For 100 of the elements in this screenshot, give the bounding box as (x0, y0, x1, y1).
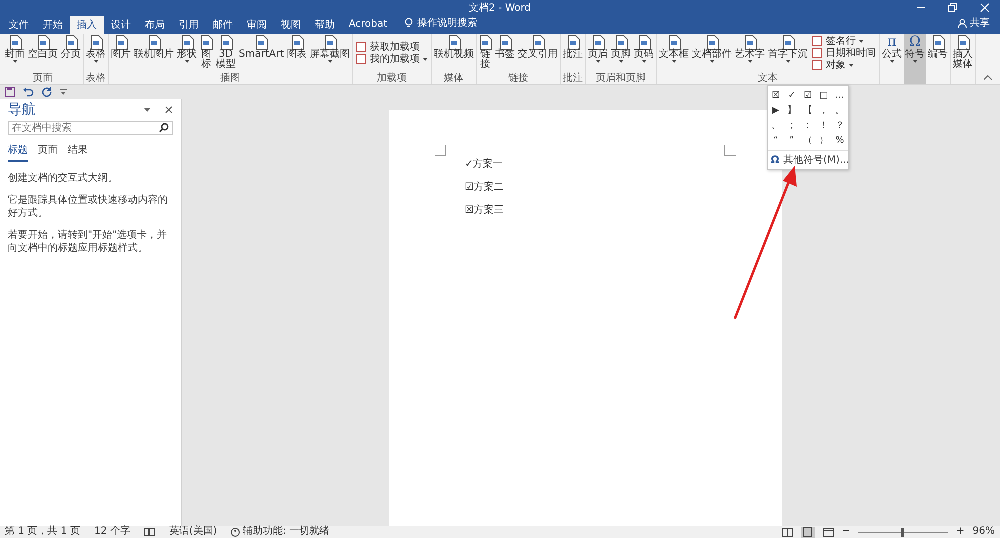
search-field[interactable]: 在文档中搜索 (8, 121, 173, 135)
ribbon-button[interactable]: 艺术字 (734, 34, 766, 73)
ribbon-tab[interactable]: 帮助 (308, 16, 342, 34)
page-count[interactable]: 第 1 页，共 1 页 (5, 526, 80, 538)
ribbon-button[interactable]: 3D 模型 (215, 34, 237, 73)
tell-me-search[interactable]: 操作说明搜索 (418, 16, 478, 30)
symbol-option[interactable]: 。 (832, 103, 848, 118)
ribbon-tab[interactable]: 视图 (274, 16, 308, 34)
symbol-option[interactable]: ☑ (800, 88, 816, 103)
ribbon-button[interactable]: π 公式 (881, 34, 904, 84)
search-icon[interactable] (159, 123, 169, 133)
zoom-level[interactable]: 96% (972, 526, 995, 538)
ribbon-button[interactable]: 表格 (85, 34, 107, 73)
undo-icon[interactable] (23, 87, 34, 97)
read-mode-icon[interactable] (782, 528, 793, 536)
square-icon (812, 60, 824, 71)
ribbon-button[interactable]: 图片 (110, 34, 132, 73)
symbol-glyph: Ω (909, 35, 921, 50)
ribbon-button[interactable]: 屏幕截图 (309, 34, 352, 73)
symbol-option[interactable]: ✓ (784, 88, 800, 103)
accessibility-status[interactable]: 辅助功能: 一切就绪 (231, 526, 330, 538)
ribbon-button[interactable]: 我的加载项 (354, 54, 430, 65)
symbol-option[interactable]: ？ (832, 118, 848, 133)
ribbon-tab[interactable]: Acrobat (342, 16, 395, 34)
symbol-option[interactable]: 【 (800, 103, 816, 118)
ribbon-button[interactable]: 签名行 (810, 36, 878, 47)
help-text: 若要开始，请转到"开始"选项卡，并向文档中的标题应用标题样式。 (8, 229, 168, 255)
ribbon-button[interactable]: 批注 (562, 34, 584, 73)
ribbon-button[interactable]: 书签 (494, 34, 516, 73)
ribbon-button[interactable]: 获取加载项 (354, 42, 430, 53)
symbol-option[interactable]: 、 (768, 118, 784, 133)
language-status[interactable]: 英语(美国) (169, 526, 218, 538)
share-button[interactable]: 共享 (958, 16, 990, 34)
symbol-option[interactable]: % (832, 133, 848, 148)
close-icon[interactable] (165, 106, 173, 114)
ribbon-tab[interactable]: 文件 (2, 16, 36, 34)
group-label: 链接 (508, 73, 530, 84)
word-count[interactable]: 12 个字 (94, 526, 130, 538)
ribbon-button[interactable]: 页码 (633, 34, 656, 73)
ribbon-tab[interactable]: 邮件 (206, 16, 240, 34)
ribbon-button[interactable]: 日期和时间 (810, 48, 878, 59)
ribbon-button[interactable]: 文本框 (658, 34, 690, 73)
ribbon-button[interactable]: SmartArt (238, 34, 286, 73)
pane-tab[interactable]: 结果 (68, 143, 88, 162)
ribbon-button[interactable]: 联机图片 (133, 34, 175, 73)
zoom-in-button[interactable]: + (956, 526, 965, 538)
ribbon-button[interactable]: 联机视频 (433, 34, 476, 73)
ribbon-button[interactable]: 页脚 (610, 34, 632, 73)
pane-tab[interactable]: 标题 (8, 143, 28, 162)
save-icon[interactable] (5, 87, 15, 97)
customize-icon[interactable] (60, 89, 67, 95)
window-title: 文档2 - Word (468, 2, 532, 14)
ribbon-button[interactable]: 封面 (4, 34, 26, 73)
pane-tab[interactable]: 页面 (38, 143, 58, 162)
print-layout-icon[interactable] (800, 526, 815, 538)
slider-thumb[interactable] (900, 528, 904, 536)
collapse-icon[interactable] (984, 75, 992, 80)
symbol-option[interactable]: ） (816, 133, 832, 148)
caret-icon[interactable] (144, 108, 151, 112)
ribbon-button[interactable]: 页眉 (587, 34, 610, 73)
ribbon-button[interactable]: 空白页 (27, 34, 59, 73)
more-symbols-item[interactable]: Ω 其他符号(M)... (768, 150, 848, 169)
symbol-option[interactable]: 】 (784, 103, 800, 118)
zoom-out-button[interactable]: − (842, 526, 850, 538)
ribbon-button[interactable]: 图表 (286, 34, 308, 73)
symbol-option[interactable]: ！ (816, 118, 832, 133)
symbol-option[interactable]: ； (784, 118, 800, 133)
group-label: 加载项 (376, 73, 408, 84)
symbol-option[interactable]: ： (800, 118, 816, 133)
redo-icon[interactable] (42, 87, 52, 97)
ribbon-button[interactable]: 形状 (176, 34, 198, 73)
ribbon-tab[interactable]: 引用 (172, 16, 206, 34)
symbol-option[interactable]: ☒ (768, 88, 784, 103)
ribbon-button[interactable]: 首字下沉 (767, 34, 810, 73)
book-icon[interactable] (144, 528, 156, 536)
ribbon-button[interactable]: 图 标 (199, 34, 214, 73)
ribbon-button[interactable]: 交叉引用 (517, 34, 560, 73)
web-layout-icon[interactable] (822, 528, 834, 536)
symbol-option[interactable]: ” (784, 133, 800, 148)
ribbon-button[interactable]: 链 接 (478, 34, 494, 73)
ribbon-tab[interactable]: 插入 (70, 16, 104, 34)
ribbon-tab[interactable]: 审阅 (240, 16, 274, 34)
symbol-option[interactable]: ▶ (768, 103, 784, 118)
ribbon-tab[interactable]: 布局 (138, 16, 172, 34)
symbol-option[interactable]: ， (816, 103, 832, 118)
square-icon (356, 54, 368, 65)
ribbon-button[interactable]: 分页 (60, 34, 82, 73)
square-icon (812, 48, 824, 59)
ribbon-button[interactable]: 文档部件 (691, 34, 734, 73)
ribbon-tab[interactable]: 开始 (36, 16, 70, 34)
restore-icon[interactable] (948, 3, 958, 13)
ribbon-button[interactable]: Ω 符号 (904, 34, 926, 84)
ribbon-button[interactable]: 插入 媒体 (952, 34, 974, 84)
symbol-option[interactable]: … (832, 88, 848, 103)
ribbon-tab[interactable]: 设计 (104, 16, 138, 34)
symbol-option[interactable]: “ (768, 133, 784, 148)
symbol-option[interactable]: （ (800, 133, 816, 148)
ribbon-button[interactable]: 对象 (810, 60, 878, 71)
symbol-option[interactable]: □ (816, 88, 832, 103)
ribbon-button[interactable]: 编号 (927, 34, 950, 84)
